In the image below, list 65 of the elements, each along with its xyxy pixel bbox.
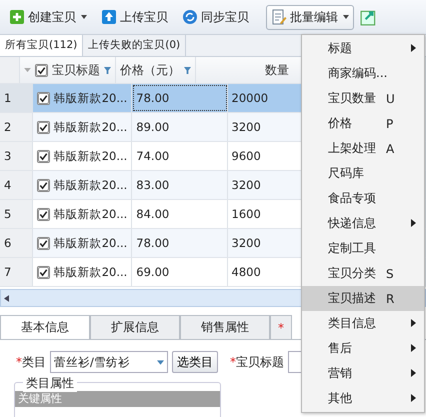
edit-icon xyxy=(271,9,287,25)
row-number: 7 xyxy=(0,258,33,286)
tab[interactable]: 上传失败的宝贝(0) xyxy=(83,35,186,56)
sync-icon xyxy=(182,9,198,25)
filter-icon[interactable] xyxy=(184,66,192,74)
export-icon[interactable] xyxy=(360,8,378,26)
table-cell: 89.00 xyxy=(132,113,228,141)
table-cell: 韩版新款20... xyxy=(54,178,128,192)
group-legend: 类目属性 xyxy=(23,375,77,392)
column-header: 价格（元） xyxy=(120,62,180,78)
tab[interactable]: 所有宝贝(112) xyxy=(0,35,84,56)
table-cell: 韩版新款20... xyxy=(54,206,128,222)
tab[interactable]: * xyxy=(270,315,292,339)
menu-item[interactable]: 营销 xyxy=(302,361,424,386)
toolbar-button[interactable]: 创建宝贝 xyxy=(4,4,92,30)
row-checkbox[interactable] xyxy=(36,120,50,134)
table-cell: 74.00 xyxy=(132,142,228,170)
row-number: 3 xyxy=(0,142,33,170)
menu-item[interactable]: 售后 xyxy=(302,336,424,361)
row-number: 2 xyxy=(0,113,33,141)
choose-category-button[interactable]: 选类目 xyxy=(172,351,218,373)
group-header: 关键属性 xyxy=(15,391,220,407)
row-number: 1 xyxy=(0,84,33,112)
row-number: 6 xyxy=(0,229,33,257)
table-cell: 84.00 xyxy=(132,200,228,228)
menu-item[interactable]: 宝贝描述 R xyxy=(302,286,424,311)
table-cell: 78.00 xyxy=(132,84,228,112)
table-cell: 69.00 xyxy=(132,258,228,286)
tab[interactable]: 扩展信息 xyxy=(90,315,180,339)
row-checkbox[interactable] xyxy=(36,208,50,220)
table-cell: 韩版新款20... xyxy=(54,120,128,134)
row-checkbox[interactable] xyxy=(36,178,50,192)
row-checkbox[interactable] xyxy=(36,236,50,250)
category-label: *类目 xyxy=(16,354,46,370)
tab[interactable]: 基本信息 xyxy=(0,315,90,339)
scroll-left-arrow-icon[interactable] xyxy=(4,294,9,302)
menu-item[interactable]: 类目信息 xyxy=(302,311,424,336)
table-cell: 韩版新款20... xyxy=(54,264,128,280)
upload-icon xyxy=(101,9,117,25)
row-checkbox[interactable] xyxy=(36,92,50,104)
row-checkbox[interactable] xyxy=(36,266,50,278)
toolbar-button[interactable]: 批量编辑 xyxy=(266,4,354,30)
menu-item[interactable]: 宝贝数量 U xyxy=(302,86,424,111)
title-label: *宝贝标题 xyxy=(230,354,284,370)
menu-item[interactable]: 商家编码... xyxy=(302,61,424,86)
menu-item[interactable]: 其他 xyxy=(302,386,424,411)
column-header: 宝贝标题 xyxy=(52,62,100,78)
category-dropdown[interactable]: 蕾丝衫/雪纺衫 xyxy=(50,351,168,373)
select-all-checkbox[interactable] xyxy=(35,64,48,76)
toolbar-button[interactable]: 上传宝贝 xyxy=(96,4,173,30)
menu-item[interactable]: 价格 P xyxy=(302,111,424,136)
table-cell: 83.00 xyxy=(132,171,228,199)
row-checkbox[interactable] xyxy=(36,150,50,162)
menu-item[interactable]: 宝贝分类 S xyxy=(302,261,424,286)
tab[interactable]: 销售属性 xyxy=(180,315,270,339)
plus-icon xyxy=(9,9,25,25)
table-cell: 韩版新款20... xyxy=(54,148,128,164)
table-cell: 78.00 xyxy=(132,229,228,257)
filter-icon[interactable] xyxy=(104,66,112,74)
table-cell: 韩版新款20... xyxy=(54,90,128,106)
row-number: 5 xyxy=(0,200,33,228)
dropdown-arrow-icon xyxy=(157,360,164,364)
row-number: 4 xyxy=(0,171,33,199)
table-cell: 韩版新款20... xyxy=(54,236,128,250)
toolbar-button[interactable]: 同步宝贝 xyxy=(177,4,254,30)
